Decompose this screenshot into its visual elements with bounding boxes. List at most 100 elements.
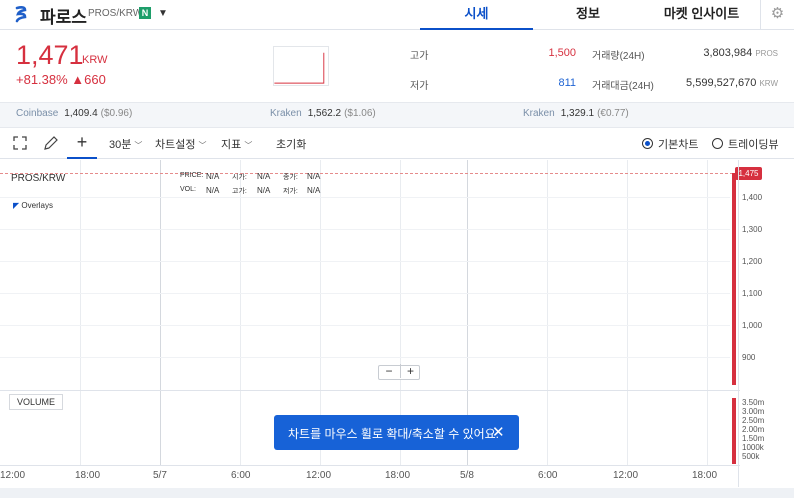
price-axis-border [738,160,739,487]
coin-name: 파로스 [40,8,87,27]
current-price-tag: 1,475 [735,167,762,180]
amount-24h-label: 거래대금(24H) [592,81,654,92]
pane-divider[interactable] [0,390,740,391]
x-tick-label: 18:00 [75,470,101,481]
zoom-out-button[interactable]: − [379,364,399,378]
gear-icon[interactable]: ⚙ [760,0,794,30]
x-tick-label: 5/7 [153,470,167,481]
current-price: 1,471 [16,40,84,70]
info-open-label: 시가: [232,174,247,181]
grid-line [627,160,628,465]
price-candle [732,173,736,385]
reset-button[interactable]: 초기화 [276,136,306,152]
coin-select-chevron-down-icon[interactable]: ▼ [158,8,168,19]
tradingview-radio[interactable] [712,138,723,149]
x-tick-label: 12:00 [0,470,26,481]
tab-market-insight[interactable]: 마켓 인사이트 [643,0,760,30]
chevron-down-icon: ﹀ [244,141,253,150]
x-tick-label: 12:00 [306,470,332,481]
volume-tick-label: 3.00m [742,407,765,416]
amount-24h-value: 5,599,527,670 KRW [686,77,778,89]
x-tick-label: 18:00 [692,470,718,481]
current-price-line [0,173,733,174]
toast-message: 차트를 마우스 휠로 확대/축소할 수 있어요. [288,427,500,441]
exchange-item: Coinbase 1,409.4 ($0.96) [16,108,133,119]
volume-bar [732,398,736,464]
info-close-value: N/A [307,172,321,181]
volume-pane-label: VOLUME [9,394,64,410]
grid-line [80,160,81,465]
x-tick-label: 6:00 [231,470,251,481]
info-low-label: 저가: [283,188,298,195]
low-label: 저가 [410,81,429,92]
zoom-hint-toast: 차트를 마우스 휠로 확대/축소할 수 있어요. ✕ [274,415,519,450]
high-value: 1,500 [548,47,576,59]
volume-tick-label: 1.50m [742,434,765,443]
info-price-value: N/A [206,172,220,181]
tab-info[interactable]: 정보 [533,0,643,30]
volume-24h-value: 3,803,984 PROS [703,47,778,59]
volume-tick-label: 2.00m [742,425,765,434]
zoom-in-button[interactable]: + [400,364,420,378]
x-tick-label: 12:00 [613,470,639,481]
grid-line [160,160,161,465]
new-badge: N [139,7,151,19]
x-tick-label: 6:00 [538,470,558,481]
basic-chart-radio[interactable] [642,138,653,149]
basic-chart-label[interactable]: 기본차트 [658,136,698,152]
tradingview-label[interactable]: 트레이딩뷰 [728,136,779,152]
volume-24h-label: 거래량(24H) [592,51,645,62]
volume-tick-label: 500k [742,452,760,461]
x-tick-label: 5/8 [460,470,474,481]
y-tick-label: 1,400 [742,193,763,202]
grid-line [0,197,730,198]
price-change: +81.38% ▲660 [16,72,106,87]
indicator-select[interactable]: 지표 ﹀ [221,136,252,152]
y-tick-label: 1,000 [742,321,763,330]
grid-line [0,293,730,294]
info-high-value: N/A [257,186,271,195]
volume-tick-label: 2.50m [742,416,765,425]
coin-pair: PROS/KRW [88,8,143,19]
high-label: 고가 [410,51,429,62]
mini-sparkline [273,46,329,86]
triangle-icon: ◤ [13,201,20,210]
x-tick-label: 18:00 [385,470,411,481]
grid-line [0,229,730,230]
price-chart-canvas[interactable] [0,160,740,390]
y-tick-label: 1,100 [742,289,763,298]
chevron-down-icon: ﹀ [134,141,143,150]
info-price-label: PRICE: [180,172,204,179]
grid-line [707,160,708,465]
fullscreen-icon[interactable] [13,136,27,150]
zoom-control: − + [378,364,420,380]
pencil-icon[interactable] [43,135,59,151]
pros-logo-icon [15,6,27,23]
grid-line [0,261,730,262]
grid-line [240,160,241,465]
grid-line [547,160,548,465]
volume-tick-label: 1000k [742,443,764,452]
info-vol-value: N/A [206,186,220,195]
grid-line [0,325,730,326]
crosshair-plus-icon[interactable]: + [67,128,97,159]
info-open-value: N/A [257,172,271,181]
price-unit: KRW [82,54,108,66]
info-low-value: N/A [307,186,321,195]
volume-tick-label: 3.50m [742,398,765,407]
bottom-strip [0,488,794,498]
info-vol-label: VOL: [180,186,196,193]
low-value: 811 [558,77,576,89]
close-icon[interactable]: ✕ [492,423,505,441]
overlays-toggle[interactable]: ◤ Overlays [13,201,53,210]
interval-select[interactable]: 30분 ﹀ [109,136,142,152]
tab-price[interactable]: 시세 [420,0,533,30]
info-close-label: 종가: [283,174,298,181]
y-tick-label: 1,300 [742,225,763,234]
y-tick-label: 900 [742,353,756,362]
chart-pair-label: PROS/KRW [11,173,66,184]
grid-line [0,357,730,358]
exchange-item: Kraken 1,562.2 ($1.06) [270,108,376,119]
exchange-item: Kraken 1,329.1 (€0.77) [523,108,629,119]
chart-settings-select[interactable]: 차트설정 ﹀ [155,136,207,152]
